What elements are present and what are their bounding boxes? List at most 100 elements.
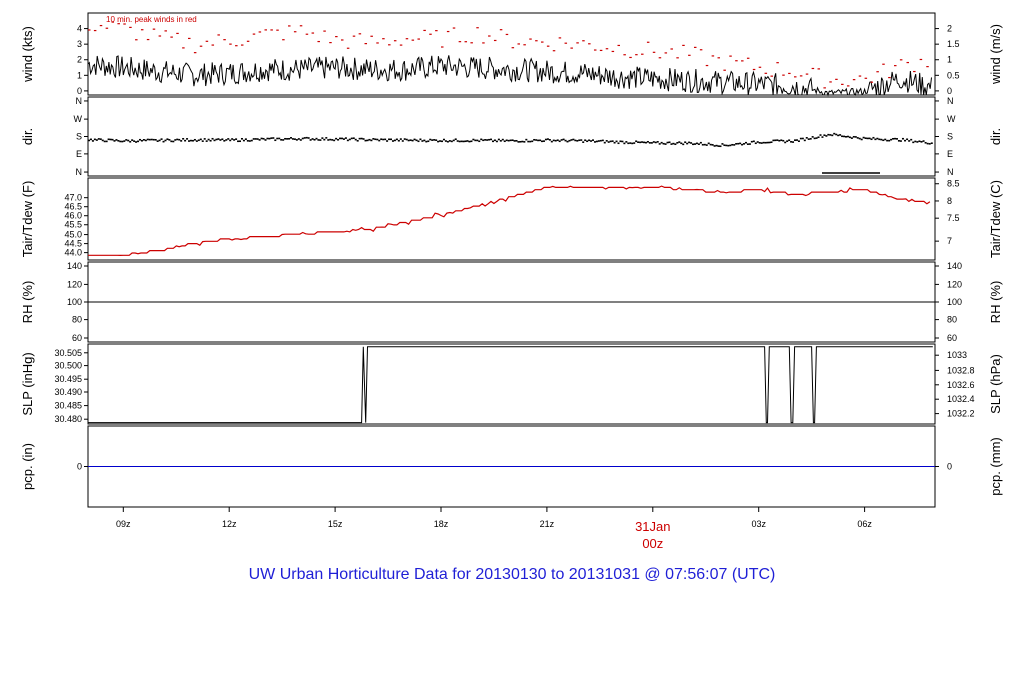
direction-mark [574,139,577,142]
x-tick-label: 03z [751,519,766,529]
left-tick-label: 45.5 [64,220,82,230]
right-tick-label: 7 [947,236,952,246]
direction-mark [786,140,789,142]
direction-mark [303,137,306,139]
direction-mark [144,139,147,142]
direction-mark [89,138,92,141]
direction-mark [399,138,402,140]
direction-mark [223,140,226,142]
direction-mark [894,137,897,140]
direction-mark [270,137,273,139]
direction-mark [837,134,840,137]
direction-mark [784,141,787,144]
direction-mark [335,137,338,140]
direction-mark [88,139,90,142]
direction-mark [521,140,524,143]
direction-mark [766,141,769,144]
direction-mark [764,141,767,144]
direction-mark [268,137,271,140]
right-tick-label: 1032.8 [947,365,975,375]
direction-mark [635,140,638,143]
direction-mark [401,140,404,142]
right-tick-label: 8 [947,196,952,206]
direction-mark [431,139,434,141]
direction-mark [488,138,491,141]
left-tick-label: W [74,114,83,124]
direction-mark [580,139,583,141]
direction-mark [225,139,228,141]
direction-mark [219,139,222,141]
direction-mark [148,138,151,141]
direction-mark [180,140,183,142]
direction-mark [856,137,859,139]
direction-mark [644,141,647,144]
direction-mark [278,137,281,140]
direction-mark [325,137,328,139]
direction-mark [323,138,326,141]
right-tick-label: 1033 [947,350,967,360]
direction-mark [599,139,602,142]
direction-mark [313,138,316,141]
direction-mark [164,139,167,142]
direction-mark [419,138,422,141]
right-tick-label: 2 [947,24,952,34]
direction-mark [137,140,140,143]
direction-mark [242,139,245,142]
left-tick-label: 30.485 [54,401,82,411]
direction-mark [327,139,330,141]
direction-mark [529,140,532,143]
direction-mark [441,140,443,143]
direction-mark [611,140,614,142]
direction-mark [356,140,359,142]
direction-mark [697,143,700,145]
direction-mark [850,137,853,139]
direction-mark [260,137,263,140]
direction-mark [133,140,136,142]
direction-mark [490,138,493,141]
direction-mark [660,141,663,144]
direction-mark [352,137,355,139]
direction-mark [211,137,214,140]
direction-mark [527,140,530,143]
left-tick-label: E [76,149,82,159]
direction-mark [305,136,308,139]
direction-mark [666,141,669,144]
direction-mark [168,139,171,141]
direction-mark [460,140,463,143]
direction-mark [572,138,575,141]
direction-mark [511,139,514,141]
direction-mark [899,140,902,142]
direction-mark [166,138,169,140]
direction-mark [670,143,673,145]
direction-mark [750,140,753,143]
direction-mark [741,143,744,146]
direction-mark [113,140,116,142]
direction-mark [354,138,357,141]
direction-mark [439,140,442,142]
panel-temperature: 44.044.545.045.546.046.547.0 7 7.5 8 8.5 Tair… [20,177,1003,261]
right-tick-label: 1032.2 [947,409,975,419]
direction-mark [692,143,695,146]
direction-mark [186,138,189,140]
direction-mark [617,142,620,145]
direction-mark [593,141,596,143]
direction-mark [386,140,389,142]
direction-mark [405,138,408,141]
direction-mark [135,141,138,143]
direction-mark [99,138,102,140]
direction-mark [523,141,526,143]
direction-mark [207,138,210,141]
direction-mark [252,138,255,140]
direction-mark [699,141,702,144]
direction-mark [735,143,738,145]
direction-mark [362,138,365,140]
direction-mark [564,139,567,142]
direction-mark [924,141,927,144]
direction-mark [633,142,636,144]
direction-mark [448,140,451,142]
direction-mark [592,139,595,141]
direction-mark [533,138,536,141]
direction-mark [293,138,296,140]
ylabel-left: dir. [20,128,35,145]
direction-mark [631,142,634,145]
